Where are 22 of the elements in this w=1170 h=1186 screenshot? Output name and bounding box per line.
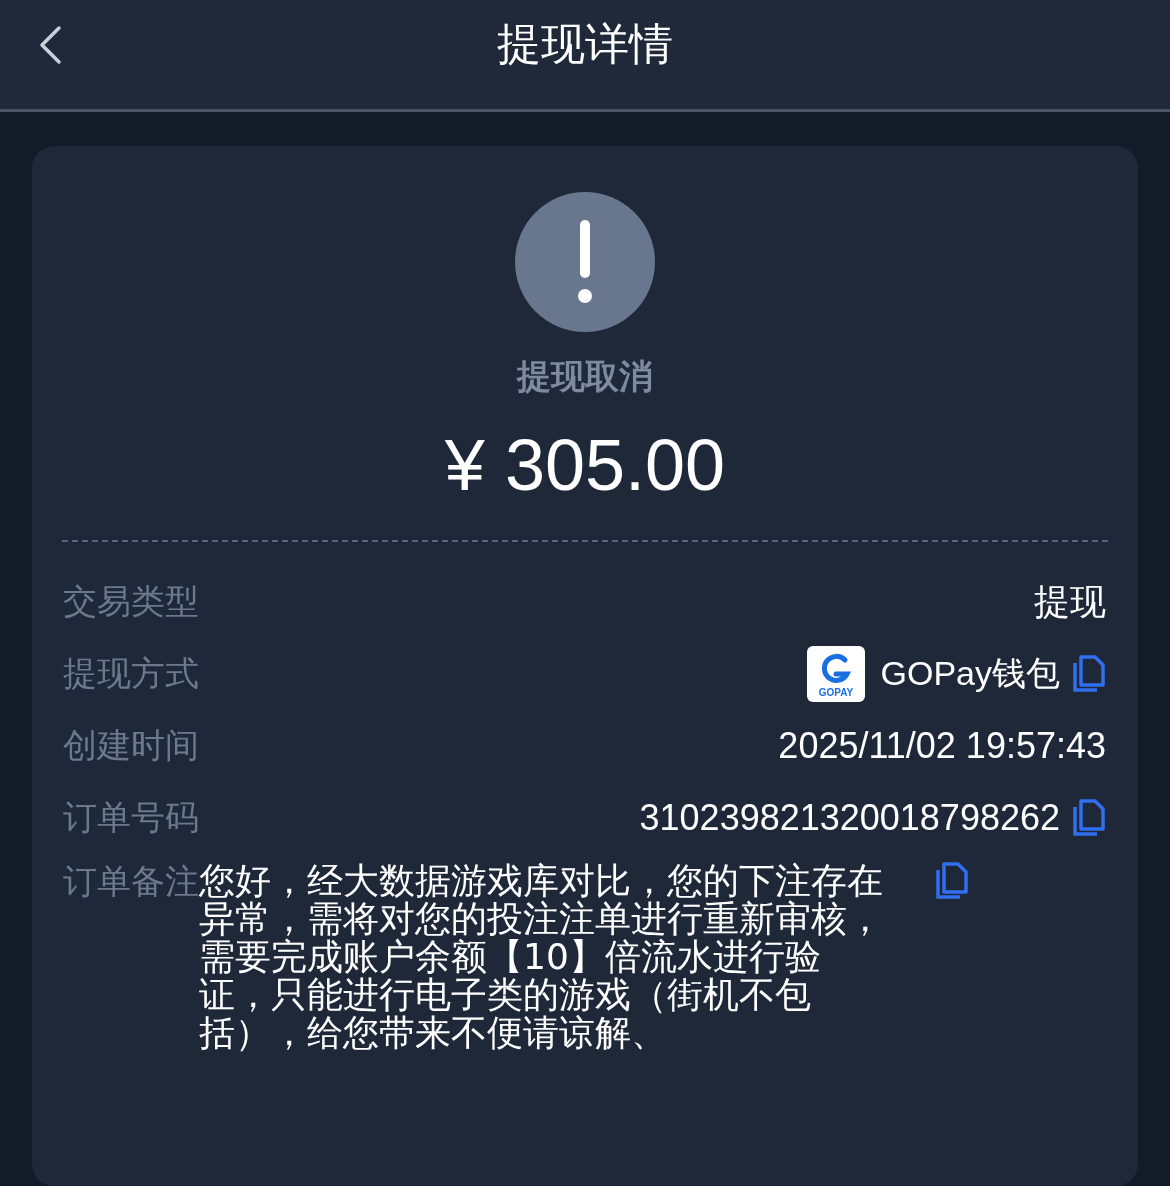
field-label: 交易类型 [63,580,199,623]
field-value: 310239821320018798262 [639,797,1060,839]
copy-button[interactable] [1072,799,1106,837]
page-title: 提现详情 [497,17,673,71]
copy-button[interactable] [1072,655,1106,693]
field-value: 2025/11/02 19:57:43 [778,725,1106,767]
field-value: GOPay钱包 [880,653,1060,694]
copy-button[interactable] [935,862,969,900]
field-label: 创建时间 [63,724,199,767]
back-icon [37,25,63,65]
field-label: 订单备注 [63,862,199,900]
note-text: 您好，经大数据游戏库对比，您的下注存在异常，需将对您的投注注单进行重新审核，需要完成账户余额【10】倍流水进行验证，只能进行电子类的游戏（街机不包括），给您带来不便请谅解、 [199,862,884,1052]
field-label: 提现方式 [63,652,199,695]
status-label: 提现取消 [517,355,653,398]
copy-icon [1072,655,1106,693]
copy-icon [1072,799,1106,837]
amount-text: ¥ 305.00 [444,424,726,506]
field-label: 订单号码 [63,796,199,839]
warning-icon [515,192,655,332]
copy-icon [935,862,969,900]
field-value: 提现 [1034,579,1106,624]
wallet-logo-icon: GOPAY [806,646,865,702]
